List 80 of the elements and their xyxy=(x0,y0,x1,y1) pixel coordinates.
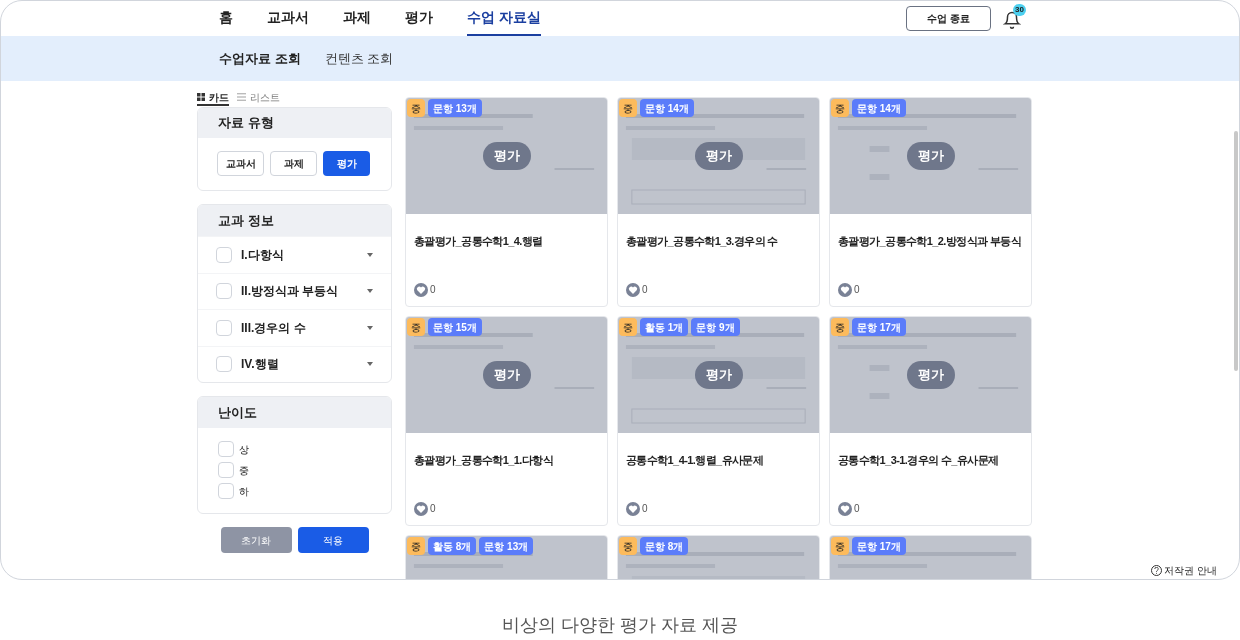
nav-tab[interactable]: 평가 xyxy=(405,1,433,36)
panel-title: 교과 정보 xyxy=(198,205,391,236)
caret-icon[interactable] xyxy=(367,325,373,330)
count-badge: 문항 14개 xyxy=(640,99,694,117)
nav-tab[interactable]: 홈 xyxy=(219,1,233,36)
type-option[interactable]: 교과서 xyxy=(217,151,264,176)
card-title: 공통수학1_4-1.행렬_유사문제 xyxy=(626,453,765,468)
checkbox[interactable] xyxy=(216,356,232,373)
bell-icon[interactable] xyxy=(1003,10,1021,29)
material-card[interactable]: 중 문항 13개 평가 총괄평가_공통수학1_4.행렬 0 xyxy=(405,97,608,307)
type-option[interactable]: 과제 xyxy=(270,151,317,176)
count-badge: 문항 17개 xyxy=(852,318,906,336)
like-count: 0 xyxy=(642,283,648,297)
count-badge: 문항 13개 xyxy=(479,537,534,555)
card-title: 총괄평가_공통수학1_4.행렬 xyxy=(414,234,544,249)
checkbox[interactable] xyxy=(216,246,232,263)
nav-tab[interactable]: 과제 xyxy=(343,1,371,36)
checkbox[interactable] xyxy=(218,483,234,499)
level-badge: 중 xyxy=(619,318,637,336)
level-badge: 중 xyxy=(619,99,637,117)
level-badge: 중 xyxy=(831,99,849,117)
card-title: 총괄평가_공통수학1_3.경우의 수 xyxy=(626,234,779,249)
card-title: 공통수학1_3-1.경우의 수_유사문제 xyxy=(838,453,1000,468)
count-badge: 문항 14개 xyxy=(852,99,906,117)
caret-icon[interactable] xyxy=(367,289,373,294)
caption: 비상의 다양한 평가 자료 제공 xyxy=(502,613,738,637)
panel-title: 난이도 xyxy=(198,397,391,428)
level-badge: 중 xyxy=(619,537,637,555)
checkbox[interactable] xyxy=(216,319,232,336)
level-badge: 중 xyxy=(407,537,425,555)
list-icon xyxy=(237,93,246,101)
checkbox[interactable] xyxy=(216,283,232,300)
level-badge: 중 xyxy=(831,318,849,336)
count-badge: 활동 8개 xyxy=(428,537,477,555)
caret-icon[interactable] xyxy=(367,362,373,367)
subject-label: IV.행렬 xyxy=(241,356,279,374)
difficulty-label: 상 xyxy=(239,442,249,457)
type-option[interactable]: 평가 xyxy=(323,151,370,176)
panel-title: 자료 유형 xyxy=(198,108,391,138)
card-title: 총괄평가_공통수학1_2.방정식과 부등식 xyxy=(838,234,1022,249)
card-title: 총괄평가_공통수학1_1.다항식 xyxy=(414,453,554,468)
grid-icon xyxy=(197,93,205,101)
like-count: 0 xyxy=(430,283,436,297)
material-card[interactable]: 중 활동 8개 문항 13개 xyxy=(405,535,608,579)
level-badge: 중 xyxy=(407,99,425,117)
difficulty-label: 하 xyxy=(239,484,249,499)
caret-icon[interactable] xyxy=(367,252,373,257)
level-badge: 중 xyxy=(407,318,425,336)
view-toggle[interactable]: 카드 xyxy=(197,90,229,106)
material-card[interactable]: 중 문항 14개 평가 총괄평가_공통수학1_2.방정식과 부등식 0 xyxy=(829,97,1032,307)
like-count: 0 xyxy=(854,283,860,297)
subject-label: III.경우의 수 xyxy=(241,319,306,337)
count-badge: 문항 15개 xyxy=(428,318,482,336)
apply-button[interactable]: 적용 xyxy=(297,527,369,553)
level-badge: 중 xyxy=(831,537,849,555)
material-card[interactable]: 중 문항 17개 xyxy=(829,535,1032,579)
count-badge: 문항 8개 xyxy=(640,537,689,555)
material-card[interactable]: 중 활동 1개 문항 9개 평가 공통수학1_4-1.행렬_유사문제 0 xyxy=(617,316,820,526)
count-badge: 활동 1개 xyxy=(640,318,689,336)
sub-tab[interactable]: 수업자료 조회 xyxy=(219,48,301,69)
like-count: 0 xyxy=(430,502,436,516)
count-badge: 문항 9개 xyxy=(691,318,740,336)
material-card[interactable]: 중 문항 15개 평가 총괄평가_공통수학1_1.다항식 0 xyxy=(405,316,608,526)
sub-tab[interactable]: 컨텐츠 조회 xyxy=(324,48,394,69)
material-card[interactable]: 중 문항 17개 평가 공통수학1_3-1.경우의 수_유사문제 0 xyxy=(829,316,1032,526)
material-card[interactable]: 중 문항 8개 xyxy=(617,535,820,579)
like-count: 0 xyxy=(854,502,860,516)
count-badge: 문항 13개 xyxy=(428,99,482,117)
subject-label: I.다항식 xyxy=(241,246,284,264)
subject-label: II.방정식과 부등식 xyxy=(241,283,339,301)
like-count: 0 xyxy=(642,502,648,516)
notification-badge: 30 xyxy=(1013,3,1026,16)
nav-tab[interactable]: 교과서 xyxy=(267,1,309,36)
end-class-button[interactable]: 수업 종료 xyxy=(906,6,991,31)
checkbox[interactable] xyxy=(218,462,234,478)
difficulty-label: 중 xyxy=(239,463,249,478)
view-toggle[interactable]: 리스트 xyxy=(237,90,280,106)
material-card[interactable]: 중 문항 14개 평가 총괄평가_공통수학1_3.경우의 수 0 xyxy=(617,97,820,307)
count-badge: 문항 17개 xyxy=(852,537,906,555)
checkbox[interactable] xyxy=(218,441,234,457)
